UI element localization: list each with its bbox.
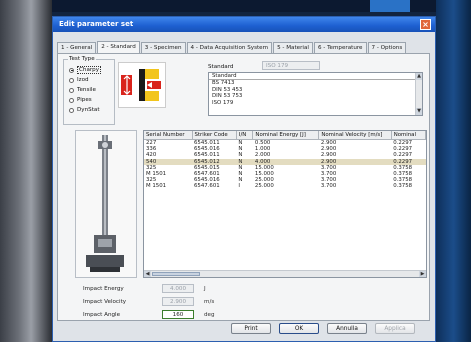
col-nominal-velocity[interactable]: Nominal Velocity [m/s] (318, 131, 392, 140)
tab-temperature[interactable]: 6 - Temperature (313, 42, 367, 53)
tab-bar: 1 - General 2 - Standard 3 - Specimen 4 … (57, 41, 407, 54)
table-row[interactable]: 227 6545.011 N 0.500 2.900 0.2297 (144, 140, 426, 147)
col-striker-code[interactable]: Striker Code (192, 131, 237, 140)
impact-energy-field: 4.000 (162, 284, 194, 293)
impact-energy-label: Impact Energy (83, 286, 124, 292)
table-horizontal-scrollbar[interactable]: ◀ ▶ (144, 270, 426, 277)
dialog-title: Edit parameter set (59, 20, 134, 28)
tab-options[interactable]: 7 - Options (367, 42, 407, 53)
radio-dynstat[interactable]: DynStat (69, 106, 100, 114)
standard-label: Standard (208, 64, 234, 70)
scroll-down-icon[interactable]: ▼ (416, 108, 422, 115)
table-header-row: Serial Number Striker Code I/N Nominal E… (144, 131, 426, 140)
table-row[interactable]: M 1501 6547.601 I 25.000 3.700 0.3758 (144, 183, 426, 189)
tab-data-acquisition[interactable]: 4 - Data Acquisition System (186, 42, 273, 53)
cancel-button[interactable]: Annulla (327, 323, 367, 334)
ok-button[interactable]: OK (279, 323, 319, 334)
tab-specimen[interactable]: 3 - Specimen (140, 42, 186, 53)
cell-in: I (238, 183, 240, 190)
radio-charpy[interactable]: Charpy (69, 66, 102, 74)
impact-velocity-field: 2.900 (162, 297, 194, 306)
tab-material[interactable]: 5 - Material (273, 42, 313, 53)
standard-tab-panel: Test Type Charpy Izod Tensile Pipes DynS… (57, 53, 430, 321)
close-button[interactable]: × (420, 19, 431, 30)
radio-label: Tensile (77, 87, 96, 93)
apply-button[interactable]: Applica (375, 323, 415, 334)
scroll-left-icon[interactable]: ◀ (144, 271, 151, 277)
standard-list-header: Standard (209, 73, 422, 81)
radio-label: DynStat (77, 107, 100, 113)
cell-code: 6545.011 (194, 140, 220, 146)
pendulum-machine-image (75, 130, 137, 278)
col-serial-number[interactable]: Serial Number (144, 131, 193, 140)
radio-dot-icon (69, 67, 74, 73)
cell-nominal: 0.3758 (393, 183, 413, 190)
cell-code: 6547.601 (194, 183, 220, 190)
standard-list[interactable]: Standard BS 7413 DIN 53 453 DIN 53 753 I… (208, 72, 423, 116)
radio-tensile[interactable]: Tensile (69, 86, 96, 94)
impact-angle-unit: deg (204, 312, 215, 318)
cell-energy: 0.500 (254, 140, 271, 146)
radio-label: Izod (77, 77, 89, 83)
print-button[interactable]: Print (231, 323, 271, 334)
standard-list-item[interactable]: ISO 179 (209, 100, 422, 106)
standard-field: ISO 179 (262, 61, 320, 70)
radio-dot-icon (69, 77, 74, 83)
cell-nominal: 0.2297 (393, 140, 413, 146)
impact-angle-input[interactable]: 160 (162, 310, 194, 319)
radio-dot-icon (69, 97, 74, 103)
cell-velocity: 3.700 (320, 183, 337, 190)
background-top-block (370, 0, 410, 12)
close-icon: × (422, 20, 429, 29)
col-nominal-energy[interactable]: Nominal Energy [J] (252, 131, 320, 140)
charpy-specimen-icon (118, 62, 166, 108)
dialog-titlebar[interactable]: Edit parameter set × (53, 17, 435, 32)
impact-velocity-unit: m/s (204, 299, 215, 305)
tab-general[interactable]: 1 - General (57, 42, 97, 53)
cell-serial: 227 (146, 140, 157, 146)
background-right-panel (436, 0, 471, 342)
cell-serial: M 1501 (146, 183, 167, 190)
radio-dot-icon (69, 87, 74, 93)
col-nominal[interactable]: Nominal (391, 131, 426, 140)
radio-label: Charpy (77, 66, 102, 74)
impact-energy-unit: J (204, 286, 206, 292)
radio-pipes[interactable]: Pipes (69, 96, 92, 104)
radio-izod[interactable]: Izod (69, 76, 89, 84)
radio-label: Pipes (77, 97, 92, 103)
radio-dot-icon (69, 107, 74, 113)
scroll-up-icon[interactable]: ▲ (416, 73, 422, 80)
test-type-legend: Test Type (68, 56, 96, 62)
cell-velocity: 2.900 (320, 140, 337, 146)
striker-table[interactable]: Serial Number Striker Code I/N Nominal E… (143, 130, 427, 278)
background-left-panel (0, 0, 52, 342)
test-type-group: Test Type Charpy Izod Tensile Pipes DynS… (63, 56, 115, 125)
col-in[interactable]: I/N (236, 131, 254, 140)
cell-in: N (238, 140, 243, 146)
impact-angle-label: Impact Angle (83, 312, 121, 318)
standard-list-scrollbar[interactable]: ▲ ▼ (415, 73, 422, 115)
scrollbar-thumb[interactable] (152, 272, 200, 276)
edit-parameter-dialog: Edit parameter set × 1 - General 2 - Sta… (52, 16, 436, 342)
impact-velocity-label: Impact Velocity (83, 299, 127, 305)
cell-energy: 25.000 (254, 183, 274, 190)
scroll-right-icon[interactable]: ▶ (419, 271, 426, 277)
